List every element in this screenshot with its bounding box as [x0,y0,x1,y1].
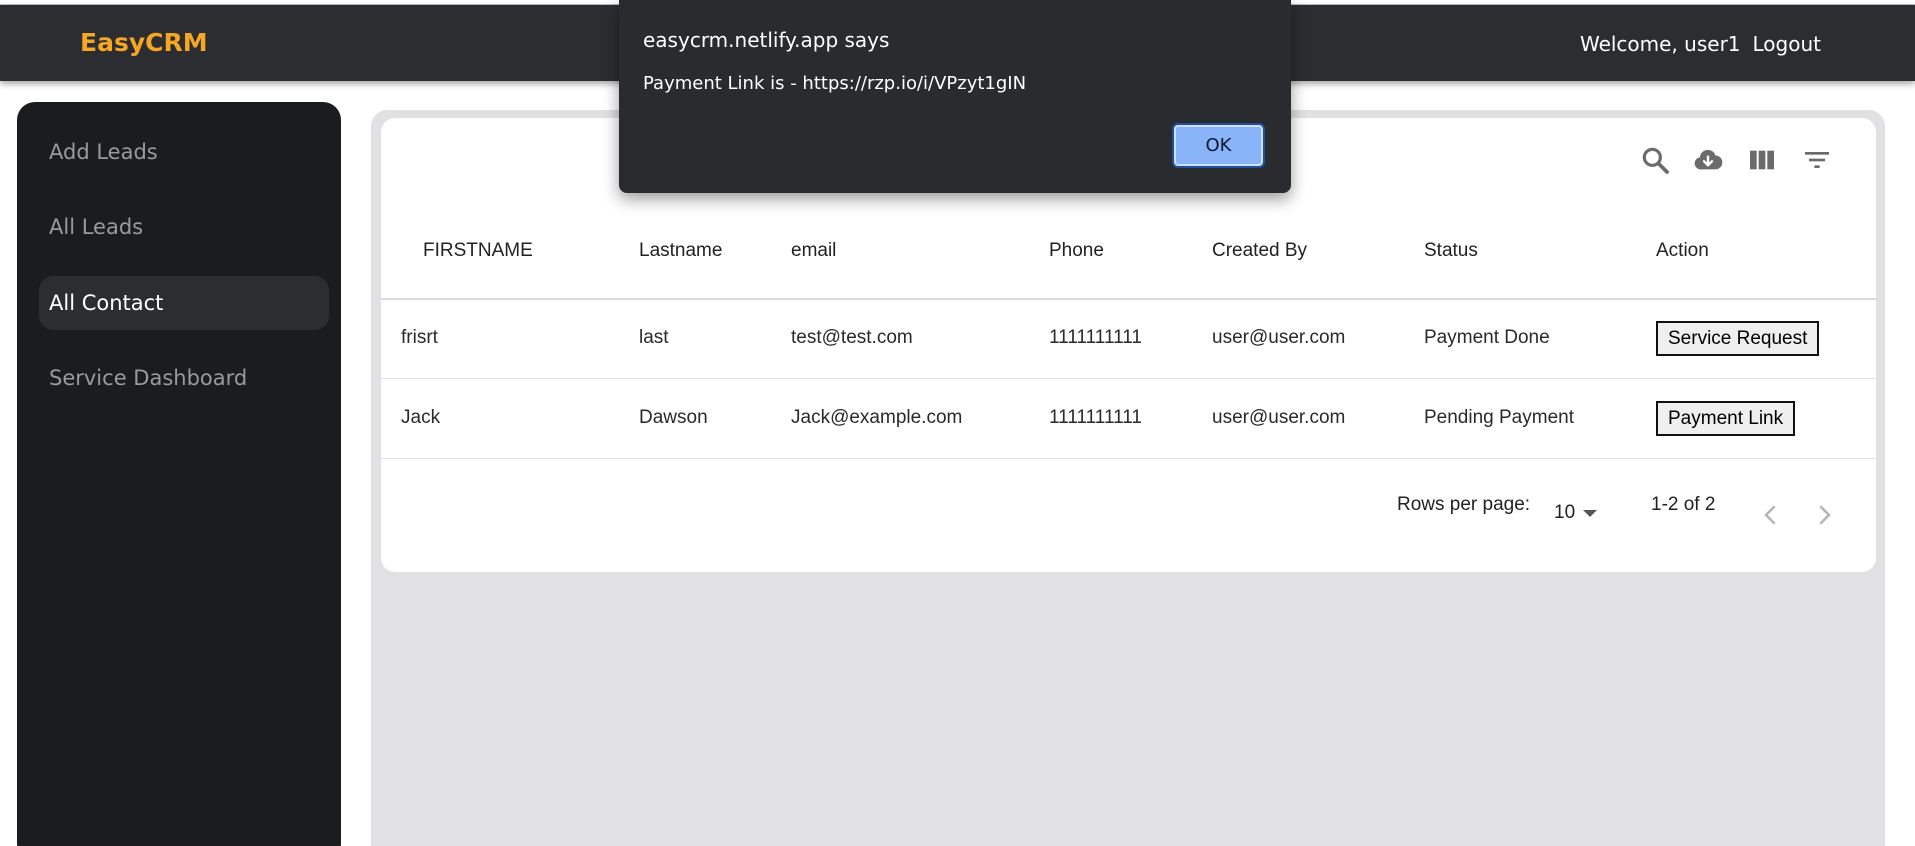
column-header-created-by[interactable]: Created By [1212,240,1307,262]
cell-email: Jack@example.com [791,407,963,428]
cell-email: test@test.com [791,327,913,348]
pagination-range: 1-2 of 2 [1651,494,1716,515]
sidebar-item-service-dashboard[interactable]: Service Dashboard [39,351,329,405]
sidebar: Add Leads All Leads All Contact Service … [17,102,341,846]
cell-lastname: last [639,327,669,348]
chevron-down-icon [1583,509,1598,517]
column-header-phone[interactable]: Phone [1049,240,1104,262]
dialog-title: easycrm.netlify.app says [643,28,890,52]
cell-created-by: user@user.com [1212,407,1346,428]
alert-dialog: easycrm.netlify.app says Payment Link is… [619,0,1291,193]
rows-per-page-select[interactable]: 10 [1554,502,1598,524]
cell-phone: 1111111111 [1049,407,1142,428]
filter-icon[interactable] [1801,144,1833,176]
table-header-divider [381,298,1876,300]
column-header-firstname[interactable]: FIRSTNAME [423,240,533,262]
row-divider [381,378,1876,379]
cloud-download-icon[interactable] [1692,144,1724,176]
brand-logo[interactable]: EasyCRM [80,28,208,57]
view-columns-icon[interactable] [1746,144,1778,176]
cell-firstname: Jack [401,407,441,428]
next-page-icon[interactable] [1809,500,1839,530]
sidebar-item-add-leads[interactable]: Add Leads [39,125,329,179]
payment-link-button[interactable]: Payment Link [1656,401,1796,436]
service-request-button[interactable]: Service Request [1656,321,1820,356]
search-icon[interactable] [1639,144,1671,176]
cell-status: Payment Done [1424,327,1550,348]
rows-per-page-label: Rows per page: [1397,494,1531,515]
welcome-text: Welcome, user1 [1579,32,1741,56]
cell-phone: 1111111111 [1049,327,1142,348]
sidebar-item-all-contact[interactable]: All Contact [39,276,329,330]
dialog-message: Payment Link is - https://rzp.io/i/VPzyt… [643,73,1027,94]
column-header-action[interactable]: Action [1656,240,1709,262]
cell-status: Pending Payment [1424,407,1574,428]
column-header-email[interactable]: email [791,240,836,262]
user-area: Welcome, user1 Logout [1580,32,1821,56]
rows-per-page-value: 10 [1554,502,1576,523]
column-header-status[interactable]: Status [1424,240,1478,262]
logout-link[interactable]: Logout [1753,32,1821,56]
cell-created-by: user@user.com [1212,327,1346,348]
row-divider [381,458,1876,459]
cell-firstname: frisrt [401,327,438,348]
cell-lastname: Dawson [639,407,708,428]
column-header-lastname[interactable]: Lastname [639,240,722,262]
sidebar-item-all-leads[interactable]: All Leads [39,200,329,254]
ok-button[interactable]: OK [1172,123,1265,168]
previous-page-icon[interactable] [1756,500,1786,530]
